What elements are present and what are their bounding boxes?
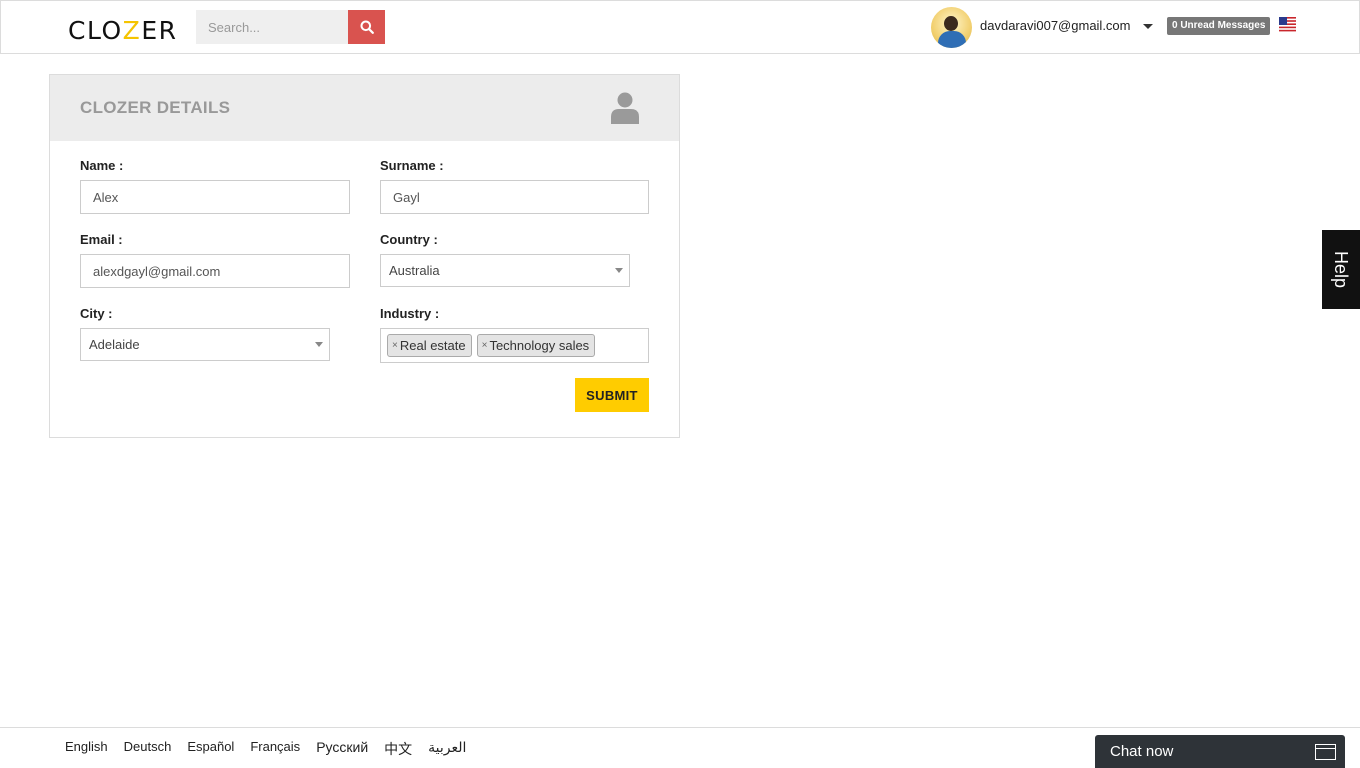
search-bar bbox=[196, 10, 385, 44]
language-link-deutsch[interactable]: Deutsch bbox=[124, 739, 172, 759]
language-list: English Deutsch Español Français Русский… bbox=[65, 739, 466, 759]
email-label: Email : bbox=[80, 232, 123, 247]
user-avatar[interactable] bbox=[931, 7, 972, 48]
chat-widget[interactable]: Chat now bbox=[1095, 735, 1345, 768]
logo-text-1: CLO bbox=[68, 16, 123, 45]
language-link-espanol[interactable]: Español bbox=[187, 739, 234, 759]
card-header: CLOZER DETAILS bbox=[50, 75, 679, 141]
avatar-head bbox=[944, 16, 958, 31]
language-link-chinese[interactable]: 中文 bbox=[384, 739, 412, 759]
industry-tag: × Real estate bbox=[387, 334, 472, 357]
industry-label: Industry : bbox=[380, 306, 440, 321]
name-label: Name : bbox=[80, 158, 124, 173]
name-field[interactable] bbox=[80, 180, 350, 214]
country-value: Australia bbox=[389, 263, 440, 278]
search-input[interactable] bbox=[196, 10, 348, 44]
dropdown-arrow-icon bbox=[615, 268, 623, 273]
email-field[interactable] bbox=[80, 254, 350, 288]
chevron-down-icon[interactable] bbox=[1143, 24, 1153, 29]
chat-now-label: Chat now bbox=[1110, 743, 1174, 760]
tag-label: Technology sales bbox=[489, 338, 590, 353]
clozer-logo[interactable]: CLOZER bbox=[68, 16, 177, 45]
dropdown-arrow-icon bbox=[315, 342, 323, 347]
country-select[interactable]: Australia bbox=[380, 254, 630, 287]
city-value: Adelaide bbox=[89, 337, 140, 352]
remove-tag-icon[interactable]: × bbox=[482, 335, 488, 356]
us-flag-icon[interactable] bbox=[1279, 17, 1296, 33]
search-button[interactable] bbox=[348, 10, 385, 44]
help-tab[interactable]: Help bbox=[1322, 230, 1360, 309]
user-email[interactable]: davdaravi007@gmail.com bbox=[980, 18, 1131, 33]
top-header: CLOZER davdaravi007@gmail.com 0 Unread M… bbox=[0, 0, 1360, 54]
user-icon bbox=[611, 92, 639, 124]
language-link-english[interactable]: English bbox=[65, 739, 108, 759]
card-title: CLOZER DETAILS bbox=[80, 98, 231, 117]
industry-tag: × Technology sales bbox=[476, 334, 596, 357]
unread-messages-badge[interactable]: 0 Unread Messages bbox=[1167, 17, 1271, 35]
logo-text-z: Z bbox=[122, 16, 142, 45]
surname-label: Surname : bbox=[380, 158, 444, 173]
city-label: City : bbox=[80, 306, 113, 321]
clozer-details-card: CLOZER DETAILS Name : Surname : Email : … bbox=[49, 74, 680, 438]
help-label: Help bbox=[1331, 250, 1352, 289]
search-icon bbox=[360, 20, 374, 34]
tag-label: Real estate bbox=[399, 338, 466, 353]
logo-text-2: ER bbox=[141, 16, 178, 45]
industry-multiselect[interactable]: × Real estate × Technology sales bbox=[380, 328, 649, 363]
surname-field[interactable] bbox=[380, 180, 649, 214]
remove-tag-icon[interactable]: × bbox=[392, 335, 398, 356]
language-link-arabic[interactable]: العربية bbox=[428, 739, 466, 759]
city-select[interactable]: Adelaide bbox=[80, 328, 330, 361]
avatar-body bbox=[938, 31, 966, 48]
country-label: Country : bbox=[380, 232, 438, 247]
window-icon[interactable] bbox=[1315, 744, 1336, 760]
language-link-russian[interactable]: Русский bbox=[316, 739, 368, 759]
language-link-francais[interactable]: Français bbox=[250, 739, 300, 759]
submit-button[interactable]: SUBMIT bbox=[575, 378, 649, 412]
